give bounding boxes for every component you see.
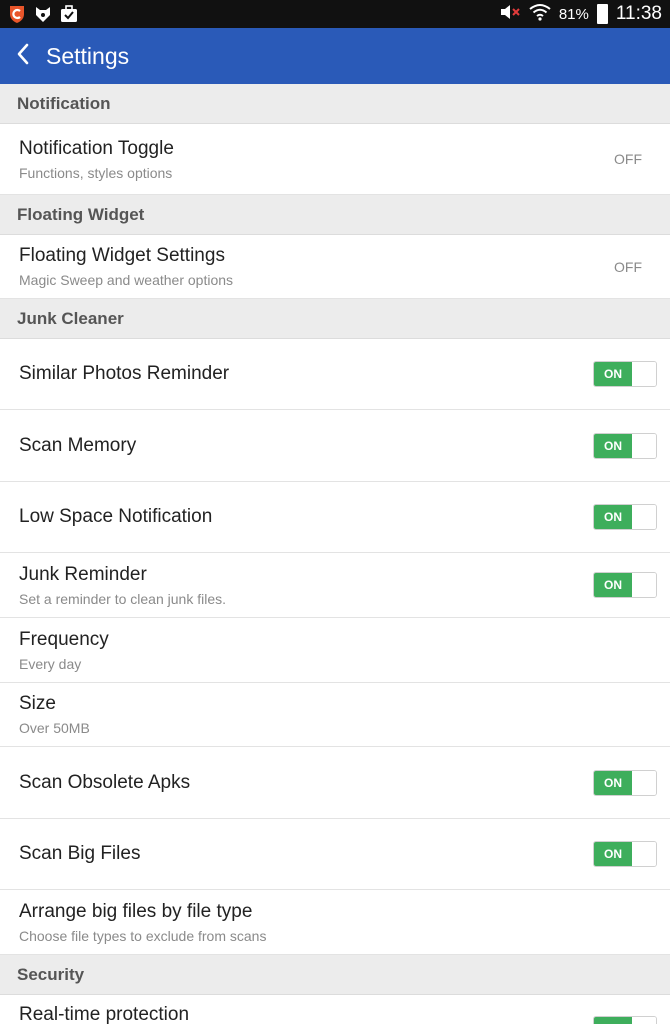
row-subtitle: Functions, styles options (19, 164, 173, 181)
toggle-on-label: ON (594, 573, 632, 597)
toggle-switch[interactable]: ON (593, 432, 657, 459)
battery-level: 81% (558, 5, 589, 23)
arrange-big-files-row[interactable]: Arrange big files by file type Choose fi… (0, 890, 670, 955)
toggle-switch[interactable]: ON (593, 572, 657, 598)
settings-list: Notification Notification Toggle Functio… (0, 84, 670, 1024)
back-button[interactable] (0, 28, 46, 84)
row-title: Notification Toggle (19, 137, 174, 159)
notification-toggle-row[interactable]: Notification Toggle Functions, styles op… (0, 124, 670, 195)
row-title: Floating Widget Settings (19, 245, 225, 266)
clock: 11:38 (615, 3, 662, 24)
row-title: Frequency (19, 628, 109, 650)
shield-app-icon (8, 4, 26, 24)
row-title: Similar Photos Reminder (19, 363, 230, 384)
realtime-protection-row[interactable]: Real-time protection (0, 995, 670, 1024)
battery-icon (596, 4, 608, 24)
toggle-on-label: ON (594, 770, 632, 795)
floating-widget-settings-row[interactable]: Floating Widget Settings Magic Sweep and… (0, 235, 670, 299)
low-space-notification-row[interactable]: Low Space Notification ON (0, 482, 670, 553)
junk-reminder-row[interactable]: Junk Reminder Set a reminder to clean ju… (0, 553, 670, 618)
row-subtitle: Set a reminder to clean junk files. (19, 590, 226, 607)
row-subtitle: Choose file types to exclude from scans (19, 927, 267, 944)
section-header-junk-cleaner: Junk Cleaner (0, 299, 670, 339)
toggle-switch[interactable] (593, 1016, 657, 1024)
row-title: Low Space Notification (19, 506, 213, 527)
row-subtitle: Over 50MB (19, 720, 90, 736)
toggle-knob (632, 1017, 656, 1024)
row-title: Size (19, 693, 56, 714)
row-title: Scan Obsolete Apks (19, 771, 191, 793)
toggle-knob (632, 362, 656, 386)
volume-muted-icon (499, 2, 521, 26)
toggle-switch[interactable]: ON (593, 361, 657, 387)
section-header-notification: Notification (0, 84, 670, 124)
wifi-icon (529, 3, 551, 25)
row-title: Real-time protection (19, 1004, 190, 1024)
row-title: Scan Memory (19, 434, 137, 456)
section-header-security: Security (0, 955, 670, 995)
similar-photos-reminder-row[interactable]: Similar Photos Reminder ON (0, 339, 670, 410)
toggle-knob (632, 433, 656, 458)
scan-obsolete-apks-row[interactable]: Scan Obsolete Apks ON (0, 747, 670, 819)
toggle-switch[interactable]: ON (593, 769, 657, 796)
toggle-on-label (594, 1017, 632, 1024)
status-bar: 81% 11:38 (0, 0, 670, 28)
toggle-on-label: ON (594, 505, 632, 529)
toggle-on-label: ON (594, 842, 632, 866)
status-value: OFF (614, 258, 642, 275)
briefcase-app-icon (60, 4, 78, 24)
row-title: Scan Big Files (19, 843, 141, 864)
row-subtitle: Magic Sweep and weather options (19, 272, 234, 288)
frequency-row[interactable]: Frequency Every day (0, 618, 670, 683)
toggle-knob (632, 573, 656, 597)
toggle-on-label: ON (594, 362, 632, 386)
app-bar: Settings (0, 28, 670, 84)
status-value: OFF (614, 151, 642, 167)
toggle-switch[interactable]: ON (593, 841, 657, 867)
section-header-floating-widget: Floating Widget (0, 195, 670, 235)
toggle-knob (632, 842, 656, 866)
page-title: Settings (46, 42, 130, 69)
size-row[interactable]: Size Over 50MB (0, 683, 670, 747)
toggle-on-label: ON (594, 433, 632, 458)
toggle-knob (632, 505, 656, 529)
scan-big-files-row[interactable]: Scan Big Files ON (0, 819, 670, 890)
row-title: Arrange big files by file type (19, 900, 253, 922)
row-subtitle: Every day (19, 655, 82, 672)
scan-memory-row[interactable]: Scan Memory ON (0, 410, 670, 482)
row-title: Junk Reminder (19, 563, 147, 585)
toggle-knob (632, 770, 656, 795)
toggle-switch[interactable]: ON (593, 504, 657, 530)
chevron-left-icon (16, 43, 30, 70)
fox-app-icon (34, 4, 52, 24)
